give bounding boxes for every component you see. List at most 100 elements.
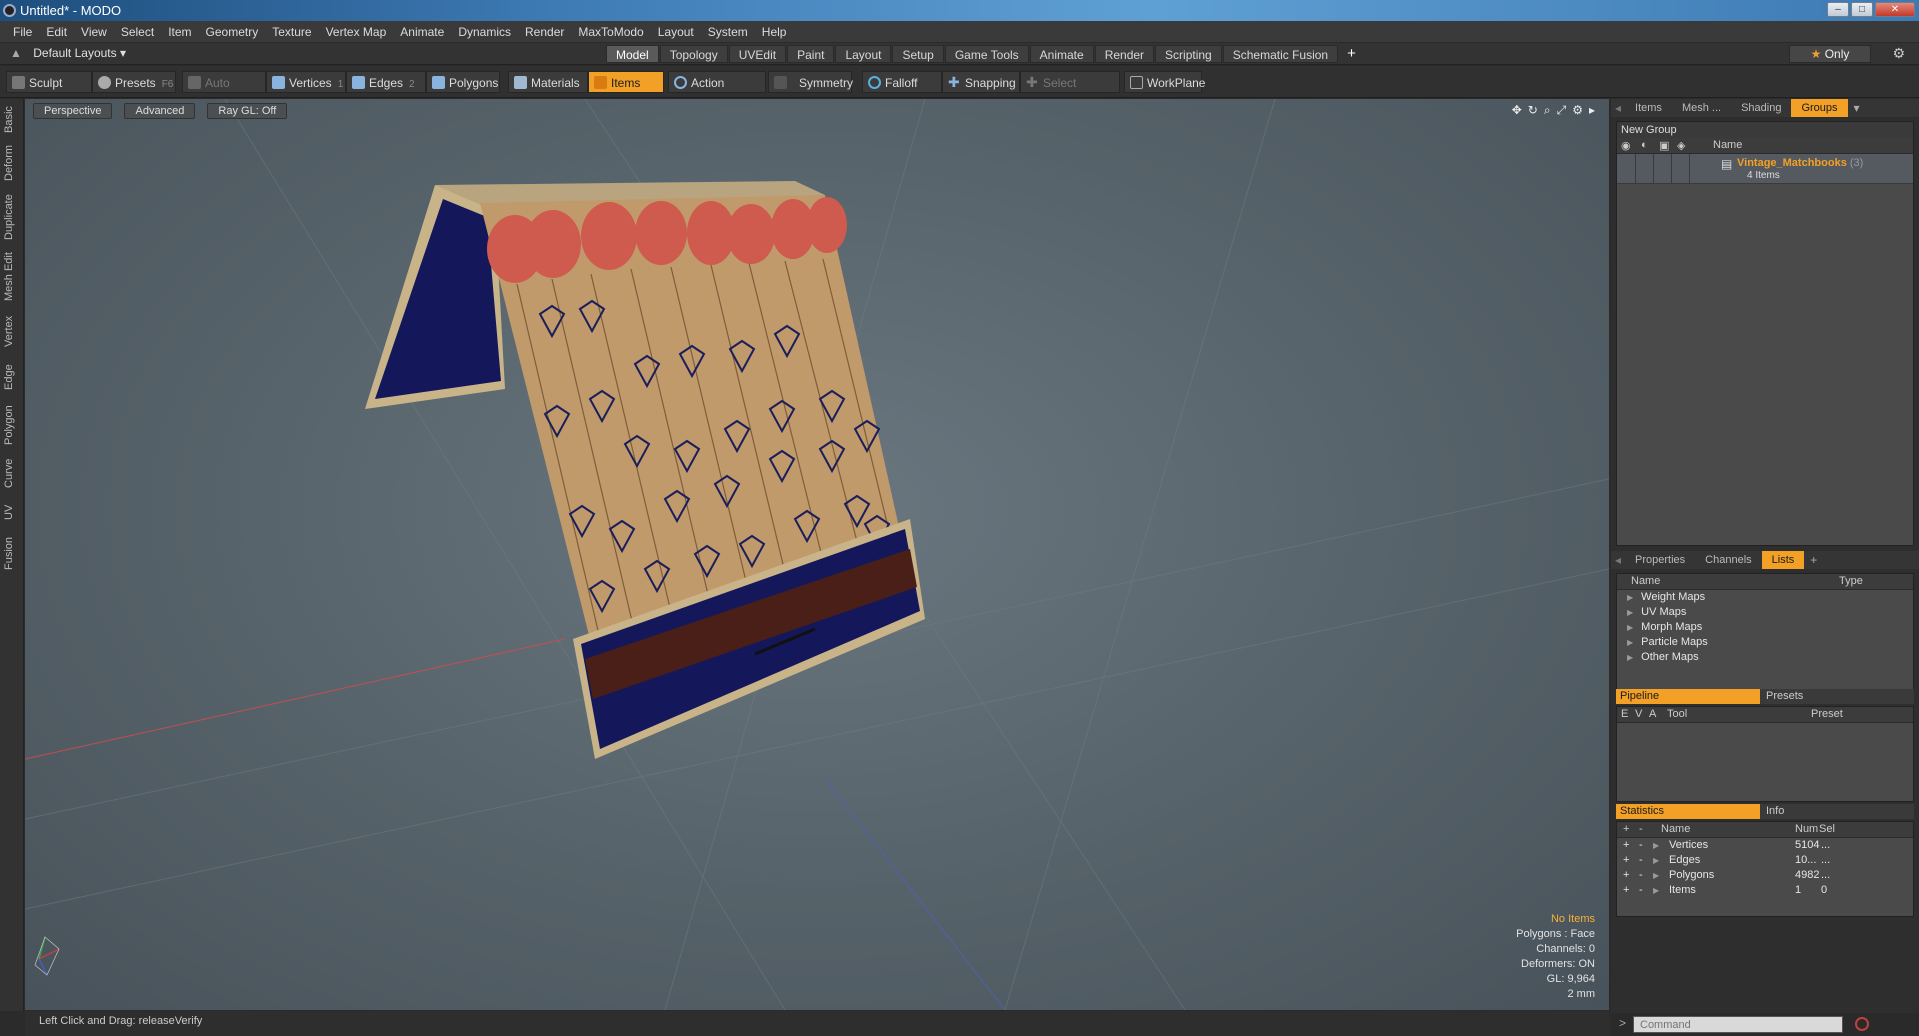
menu-help[interactable]: Help bbox=[755, 21, 794, 43]
stat-sel-header[interactable]: Sel bbox=[1819, 823, 1835, 835]
tab-shading[interactable]: Shading bbox=[1731, 99, 1791, 117]
layout-selector[interactable]: ▲ Default Layouts ▾ bbox=[10, 46, 126, 60]
menu-render[interactable]: Render bbox=[518, 21, 571, 43]
vtab-edge[interactable]: Edge bbox=[3, 359, 21, 395]
move-view-icon[interactable]: ✥ bbox=[1512, 103, 1522, 118]
new-group-button[interactable]: New Group bbox=[1617, 122, 1913, 138]
expand-arrow-icon[interactable]: ▶ bbox=[1653, 883, 1659, 898]
raygl-button[interactable]: Ray GL: Off bbox=[207, 103, 288, 119]
edges-button[interactable]: Edges 2 bbox=[346, 71, 426, 93]
add-selection-button[interactable]: + bbox=[1623, 853, 1629, 868]
advanced-button[interactable]: Advanced bbox=[124, 103, 196, 119]
polygons-button[interactable]: Polygons bbox=[426, 71, 500, 93]
presets-button[interactable]: Presets F6 bbox=[92, 71, 176, 93]
menu-item[interactable]: Item bbox=[161, 21, 198, 43]
vtab-curve[interactable]: Curve bbox=[3, 455, 21, 491]
expand-arrow-icon[interactable]: ▶ bbox=[1627, 608, 1633, 617]
lists-type-header[interactable]: Type bbox=[1839, 575, 1863, 587]
list-item-uv-maps[interactable]: ▶ UV Maps bbox=[1617, 605, 1913, 620]
menu-select[interactable]: Select bbox=[114, 21, 161, 43]
tabs-dropdown-icon[interactable]: ▾ bbox=[1848, 101, 1866, 115]
tab-groups[interactable]: Groups bbox=[1791, 99, 1848, 117]
expand-all-button[interactable]: + bbox=[1623, 823, 1629, 835]
vertices-button[interactable]: Vertices 1 bbox=[266, 71, 346, 93]
perspective-button[interactable]: Perspective bbox=[33, 103, 113, 119]
tab-render[interactable]: Render bbox=[1094, 45, 1155, 63]
viewport-gear-icon[interactable]: ⚙ bbox=[1572, 103, 1583, 118]
tab-presets[interactable]: Presets bbox=[1760, 689, 1914, 704]
menu-file[interactable]: File bbox=[6, 21, 39, 43]
only-button[interactable]: ★ Only bbox=[1789, 45, 1871, 63]
tab-items[interactable]: Items bbox=[1625, 99, 1672, 117]
action-center-button[interactable]: Action Center bbox=[668, 71, 766, 112]
vtab-uv[interactable]: UV bbox=[3, 499, 21, 525]
viewport-arrow-icon[interactable]: ▸ bbox=[1589, 103, 1595, 118]
workplane-button[interactable]: WorkPlane bbox=[1124, 71, 1205, 93]
add-tab-icon[interactable]: + bbox=[1804, 553, 1823, 567]
col-a[interactable]: A bbox=[1649, 708, 1656, 720]
menu-maxtomodo[interactable]: MaxToModo bbox=[571, 21, 650, 43]
remove-selection-button[interactable]: - bbox=[1639, 883, 1643, 898]
zoom-icon[interactable]: ⌕ bbox=[1544, 103, 1551, 118]
remove-selection-button[interactable]: - bbox=[1639, 838, 1643, 853]
expand-arrow-icon[interactable]: ▶ bbox=[1653, 868, 1659, 883]
tab-mesh[interactable]: Mesh ... bbox=[1672, 99, 1731, 117]
symmetry-button[interactable]: Symmetry bbox=[768, 71, 853, 93]
add-tab-button[interactable]: + bbox=[1339, 45, 1364, 63]
tab-layout[interactable]: Layout bbox=[835, 45, 892, 63]
gear-icon[interactable]: ⚙ bbox=[1892, 45, 1905, 62]
remove-selection-button[interactable]: - bbox=[1639, 853, 1643, 868]
tab-info[interactable]: Info bbox=[1760, 804, 1914, 819]
expand-arrow-icon[interactable]: ▶ bbox=[1627, 653, 1633, 662]
col-tool[interactable]: Tool bbox=[1667, 708, 1687, 720]
vtab-duplicate[interactable]: Duplicate bbox=[3, 191, 21, 243]
tab-uvedit[interactable]: UVEdit bbox=[728, 45, 787, 63]
rotate-view-icon[interactable]: ↻ bbox=[1528, 103, 1538, 118]
list-item-particle-maps[interactable]: ▶ Particle Maps bbox=[1617, 635, 1913, 650]
materials-button[interactable]: Materials bbox=[508, 71, 588, 93]
fit-icon[interactable]: ⤢ bbox=[1557, 103, 1567, 118]
auto-select-button[interactable]: Auto Select bbox=[182, 71, 266, 112]
expand-arrow-icon[interactable]: ▶ bbox=[1627, 623, 1633, 632]
list-item-weight-maps[interactable]: ▶ Weight Maps bbox=[1617, 590, 1913, 605]
command-input[interactable] bbox=[1633, 1016, 1843, 1033]
name-column-header[interactable]: Name bbox=[1713, 139, 1742, 151]
minimize-button[interactable]: – bbox=[1827, 2, 1849, 17]
menu-vertex-map[interactable]: Vertex Map bbox=[319, 21, 394, 43]
panel-menu-icon[interactable]: ◂ bbox=[1611, 101, 1625, 115]
falloff-button[interactable]: Falloff bbox=[862, 71, 942, 93]
tab-model[interactable]: Model bbox=[606, 45, 659, 63]
menu-texture[interactable]: Texture bbox=[265, 21, 318, 43]
add-selection-button[interactable]: + bbox=[1623, 868, 1629, 883]
tab-properties[interactable]: Properties bbox=[1625, 551, 1695, 569]
menu-animate[interactable]: Animate bbox=[393, 21, 451, 43]
mid-panel-menu-icon[interactable]: ◂ bbox=[1611, 553, 1625, 567]
add-selection-button[interactable]: + bbox=[1623, 838, 1629, 853]
stat-row-vertices[interactable]: + - ▶ Vertices 5104 ... bbox=[1617, 838, 1913, 853]
tab-setup[interactable]: Setup bbox=[892, 45, 944, 63]
tab-scripting[interactable]: Scripting bbox=[1155, 45, 1222, 63]
vtab-vertex[interactable]: Vertex bbox=[3, 311, 21, 351]
tab-schematic-fusion[interactable]: Schematic Fusion bbox=[1222, 45, 1339, 63]
list-item-morph-maps[interactable]: ▶ Morph Maps bbox=[1617, 620, 1913, 635]
menu-layout[interactable]: Layout bbox=[651, 21, 701, 43]
select-through-button[interactable]: ✚ Select Through bbox=[1020, 71, 1120, 112]
menu-dynamics[interactable]: Dynamics bbox=[451, 21, 518, 43]
menu-system[interactable]: System bbox=[701, 21, 755, 43]
collapse-all-button[interactable]: - bbox=[1639, 823, 1643, 835]
expand-arrow-icon[interactable]: ▶ bbox=[1653, 838, 1659, 853]
items-button[interactable]: Items bbox=[588, 71, 664, 93]
tab-lists[interactable]: Lists bbox=[1761, 551, 1805, 569]
menu-geometry[interactable]: Geometry bbox=[199, 21, 266, 43]
tab-topology[interactable]: Topology bbox=[659, 45, 728, 63]
col-preset[interactable]: Preset bbox=[1811, 708, 1843, 720]
snapping-button[interactable]: ✚ Snapping bbox=[942, 71, 1020, 93]
vtab-basic[interactable]: Basic bbox=[3, 103, 21, 137]
vtab-fusion[interactable]: Fusion bbox=[3, 533, 21, 573]
tab-pipeline[interactable]: Pipeline bbox=[1616, 689, 1760, 704]
layout-toggle-icon[interactable]: ▲ bbox=[10, 46, 22, 60]
expand-arrow-icon[interactable]: ▶ bbox=[1653, 853, 1659, 868]
col-v[interactable]: V bbox=[1635, 708, 1642, 720]
stat-num-header[interactable]: Num bbox=[1795, 823, 1818, 835]
stat-row-polygons[interactable]: + - ▶ Polygons 4982 ... bbox=[1617, 868, 1913, 883]
